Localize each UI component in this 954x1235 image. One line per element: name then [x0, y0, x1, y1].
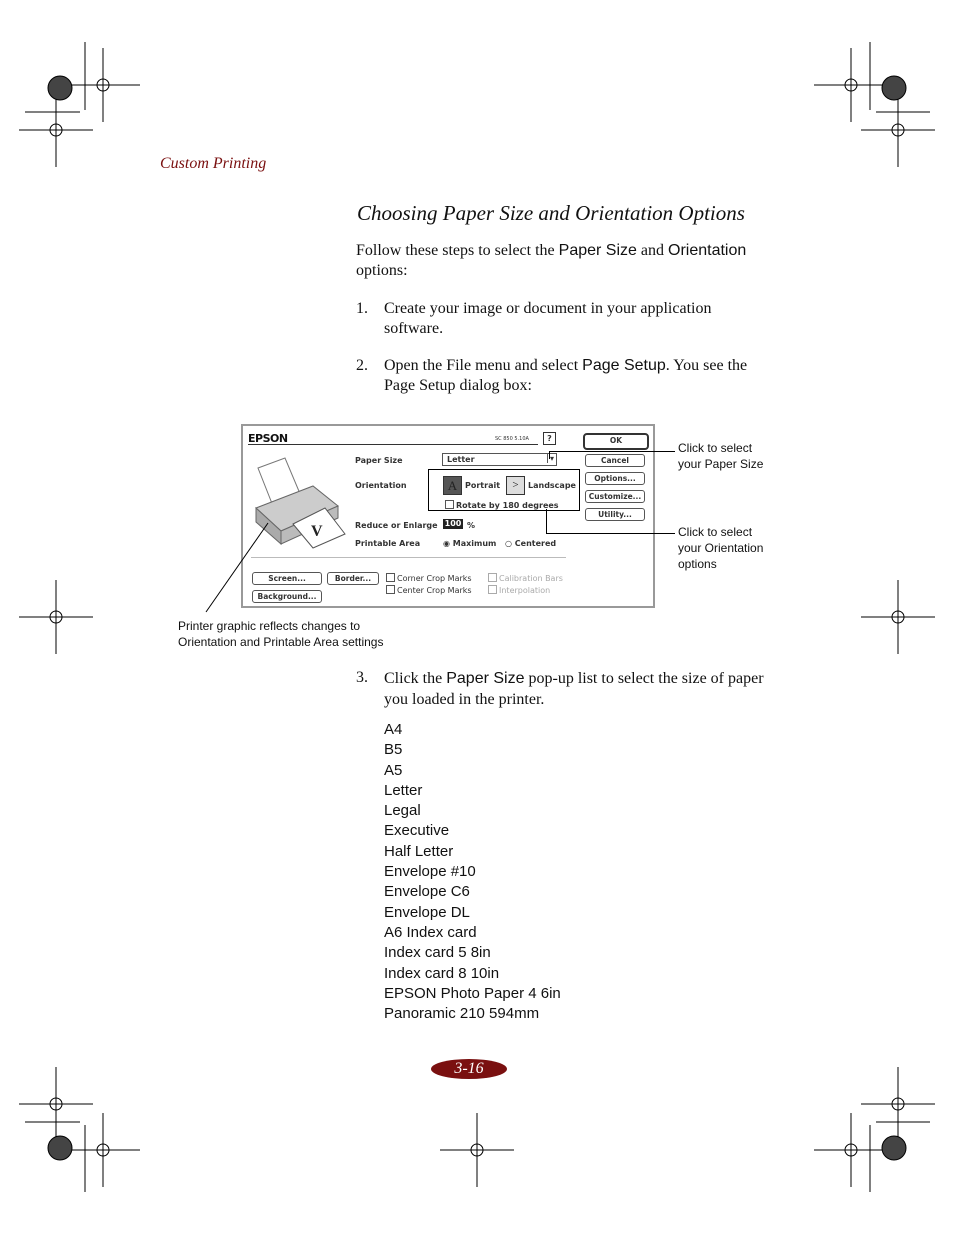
callout-text: Orientation and Printable Area settings	[178, 635, 384, 649]
corner-crop-label: Corner Crop Marks	[397, 574, 472, 583]
help-button[interactable]: ?	[543, 432, 556, 445]
term: Orientation	[668, 242, 747, 259]
paper-size-list: A4 B5 A5 Letter Legal Executive Half Letter Env…	[384, 720, 561, 1024]
centered-radio[interactable]: ○ Centered	[505, 539, 556, 548]
printer-graphic-callout: Printer graphic reflects changes to Orien…	[178, 618, 383, 650]
paper-size-item: Panoramic 210 594mm	[384, 1005, 540, 1023]
center-crop-checkbox[interactable]: Center Crop Marks	[386, 585, 472, 595]
checkbox[interactable]	[386, 585, 395, 594]
interpolation-checkbox[interactable]: Interpolation	[488, 585, 550, 595]
paper-size-item: Index card 8 10in	[384, 964, 500, 982]
corner-crop-checkbox[interactable]: Corner Crop Marks	[386, 573, 472, 583]
term: Paper Size	[446, 670, 525, 687]
driver-version: SC 850 5.10A	[495, 436, 529, 442]
paper-size-item: EPSON Photo Paper 4 6in	[384, 984, 561, 1002]
term: Page Setup	[582, 357, 666, 374]
checkbox[interactable]	[488, 585, 497, 594]
paper-size-item: Envelope DL	[384, 903, 470, 921]
border-button[interactable]: Border...	[327, 572, 379, 585]
intro-paragraph: Follow these steps to select the Paper S…	[356, 241, 776, 281]
paper-size-popup[interactable]: Letter ▾	[442, 453, 557, 466]
callout-line	[549, 451, 550, 459]
orientation-callout: Click to select your Orientation options	[678, 524, 763, 572]
orientation-label: Orientation	[355, 481, 407, 490]
printable-area-label: Printable Area	[355, 539, 421, 548]
paper-size-item: A5	[384, 761, 403, 779]
divider	[248, 444, 538, 445]
centered-label: Centered	[514, 539, 557, 548]
paper-size-item: Envelope C6	[384, 883, 470, 901]
step-text: Create your image or document in your ap…	[384, 300, 712, 337]
paper-size-label: Paper Size	[355, 456, 403, 465]
callout-line	[549, 451, 675, 452]
step-text: Open the File menu and select Page Setup…	[384, 356, 769, 396]
cancel-button[interactable]: Cancel	[585, 454, 645, 467]
divider	[251, 557, 566, 558]
callout-line	[546, 509, 547, 534]
paper-size-item: A4	[384, 721, 403, 738]
callout-text: options	[678, 557, 717, 571]
utility-button[interactable]: Utility...	[585, 508, 645, 521]
paper-size-item: Envelope #10	[384, 863, 476, 881]
reduce-enlarge-label: Reduce or Enlarge	[355, 521, 438, 530]
paper-size-item: Legal	[384, 802, 421, 820]
running-head: Custom Printing	[160, 155, 267, 172]
center-crop-label: Center Crop Marks	[397, 586, 472, 595]
ok-button[interactable]: OK	[583, 433, 649, 450]
step-number: 3.	[356, 669, 368, 686]
paper-size-value: Letter	[447, 455, 475, 464]
paper-size-item: Letter	[384, 781, 423, 799]
paper-size-item: B5	[384, 741, 403, 759]
section-title: Choosing Paper Size and Orientation Opti…	[357, 201, 745, 225]
callout-text: your Paper Size	[678, 457, 764, 471]
text: Open the File menu and select	[384, 357, 583, 374]
checkbox[interactable]	[488, 573, 497, 582]
orientation-highlight-box	[428, 469, 580, 511]
callout-text: Click to select	[678, 441, 753, 455]
text: Click the	[384, 670, 447, 687]
calibration-bars-checkbox[interactable]: Calibration Bars	[488, 573, 563, 583]
customize-button[interactable]: Customize...	[585, 490, 645, 503]
paper-size-item: Index card 5 8in	[384, 944, 491, 962]
callout-line	[205, 522, 269, 613]
text: and	[636, 242, 669, 259]
paper-size-callout: Click to select your Paper Size	[678, 440, 763, 472]
maximum-label: Maximum	[452, 539, 497, 548]
page-number-badge: 3-16	[431, 1059, 507, 1079]
registration-marks	[19, 42, 935, 1192]
paper-size-item: Executive	[384, 822, 450, 840]
manual-page: Custom Printing Choosing Paper Size and …	[0, 0, 954, 1235]
options-button[interactable]: Options...	[585, 472, 645, 485]
callout-text: Printer graphic reflects changes to	[178, 619, 361, 633]
term: Paper Size	[558, 242, 637, 259]
paper-size-item: Half Letter	[384, 842, 454, 860]
percent-label: %	[467, 521, 476, 530]
svg-text:V: V	[311, 523, 323, 540]
text: Follow these steps to select the	[356, 242, 559, 259]
step-text: Click the Paper Size pop-up list to sele…	[384, 668, 779, 710]
interpolation-label: Interpolation	[499, 586, 551, 595]
step-number: 1.	[356, 300, 368, 317]
text: options:	[356, 262, 408, 279]
checkbox[interactable]	[386, 573, 395, 582]
paper-size-item: A6 Index card	[384, 923, 477, 941]
reduce-enlarge-input[interactable]: 100	[443, 519, 463, 529]
maximum-radio[interactable]: ◉ Maximum	[443, 539, 496, 548]
calibration-label: Calibration Bars	[499, 574, 563, 583]
step-number: 2.	[356, 357, 368, 374]
callout-text: your Orientation	[678, 541, 764, 555]
callout-text: Click to select	[678, 525, 753, 539]
callout-line	[546, 533, 675, 534]
